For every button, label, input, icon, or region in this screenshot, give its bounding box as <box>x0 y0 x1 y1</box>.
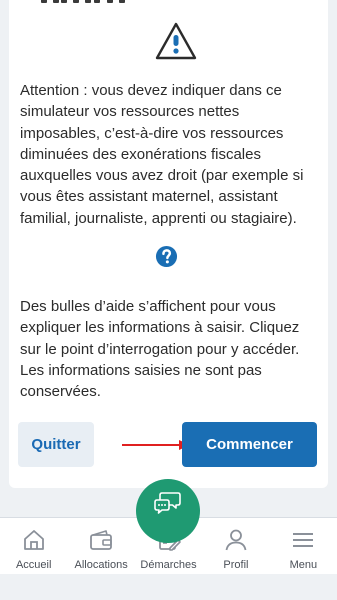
red-arrow-annotation <box>122 440 190 450</box>
warning-text: Attention : vous devez indiquer dans ce … <box>20 82 304 227</box>
wallet-icon <box>90 530 113 550</box>
help-text: Des bulles d’aide s’affichent pour vous … <box>20 296 320 402</box>
nav-label-allocations: Allocations <box>74 559 128 571</box>
question-mark-icon <box>155 245 178 268</box>
nav-item-menu[interactable]: Menu <box>270 518 337 574</box>
nav-label-demarches: Démarches <box>140 559 197 571</box>
help-text-line2: Les informations saisies ne sont pas con… <box>20 361 262 401</box>
nav-label-profil: Profil <box>223 559 249 571</box>
start-button[interactable]: Commencer <box>182 422 317 467</box>
nav-item-allocations[interactable]: Allocations <box>67 518 134 574</box>
home-icon <box>23 530 44 550</box>
nav-item-profil[interactable]: Profil <box>202 518 269 574</box>
help-text-line1: Des bulles d’aide s’affichent pour vous … <box>20 298 300 358</box>
quit-button[interactable]: Quitter <box>18 422 94 467</box>
chat-assistant-button[interactable] <box>136 479 200 543</box>
nav-label-accueil: Accueil <box>15 559 52 571</box>
hamburger-menu-icon <box>293 533 314 547</box>
cropped-header-text <box>39 0 139 6</box>
simulator-screen: Attention : vous devez indiquer dans ce … <box>0 0 337 600</box>
user-icon <box>225 529 247 551</box>
info-card: Attention : vous devez indiquer dans ce … <box>9 0 328 488</box>
warning-triangle-icon <box>155 22 197 60</box>
nav-label-menu: Menu <box>289 559 318 571</box>
nav-item-accueil[interactable]: Accueil <box>0 518 67 574</box>
chat-bubbles-icon <box>154 492 181 514</box>
